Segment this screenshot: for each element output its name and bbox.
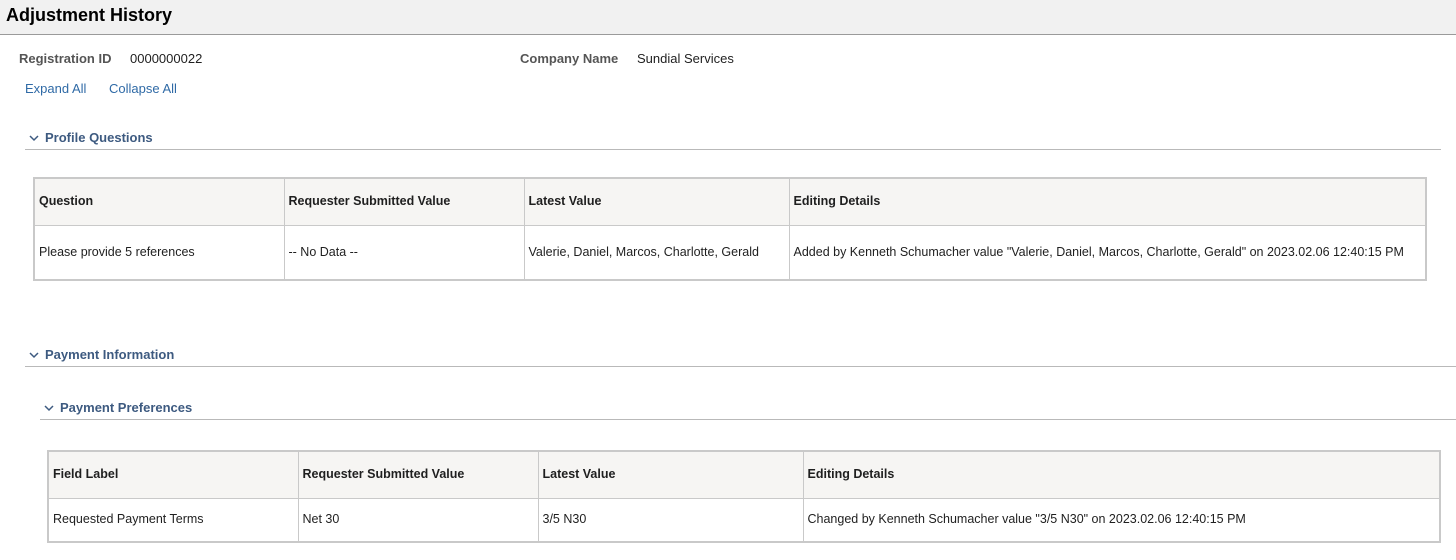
chevron-down-icon[interactable] bbox=[42, 401, 56, 415]
latest-value-cell: Valerie, Daniel, Marcos, Charlotte, Gera… bbox=[523, 224, 790, 281]
requester-value-cell: Net 30 bbox=[297, 497, 539, 543]
column-header: Field Label bbox=[47, 450, 299, 499]
column-header: Editing Details bbox=[788, 177, 1427, 226]
editing-details-cell: Added by Kenneth Schumacher value "Valer… bbox=[788, 224, 1427, 281]
profile-questions-table: Question Requester Submitted Value Lates… bbox=[33, 177, 1427, 281]
registration-id-value: 0000000022 bbox=[130, 51, 203, 66]
field-label-cell: Requested Payment Terms bbox=[47, 497, 299, 543]
payment-preferences-title: Payment Preferences bbox=[60, 400, 193, 415]
question-cell: Please provide 5 references bbox=[33, 224, 285, 281]
column-header: Editing Details bbox=[802, 450, 1441, 499]
chevron-down-icon[interactable] bbox=[27, 348, 41, 362]
collapse-all-link[interactable]: Collapse All bbox=[109, 81, 177, 96]
profile-questions-title: Profile Questions bbox=[45, 130, 153, 145]
table-row: Requested Payment Terms Net 30 3/5 N30 C… bbox=[47, 497, 1441, 543]
editing-details-cell: Changed by Kenneth Schumacher value "3/5… bbox=[802, 497, 1441, 543]
company-name-value: Sundial Services bbox=[637, 51, 734, 66]
company-name-label: Company Name bbox=[520, 51, 619, 66]
requester-value-cell: -- No Data -- bbox=[283, 224, 525, 281]
column-header: Latest Value bbox=[523, 177, 790, 226]
profile-questions-section-header[interactable]: Profile Questions bbox=[25, 130, 1441, 150]
table-header-row: Field Label Requester Submitted Value La… bbox=[47, 450, 1441, 499]
page-title: Adjustment History bbox=[6, 5, 173, 25]
table-header-row: Question Requester Submitted Value Lates… bbox=[33, 177, 1427, 226]
chevron-down-icon[interactable] bbox=[27, 131, 41, 145]
payment-preferences-section-header[interactable]: Payment Preferences bbox=[40, 400, 1456, 420]
column-header: Question bbox=[33, 177, 285, 226]
column-header: Latest Value bbox=[537, 450, 804, 499]
registration-id-label: Registration ID bbox=[19, 51, 112, 66]
payment-information-section-header[interactable]: Payment Information bbox=[25, 347, 1456, 367]
expand-all-link[interactable]: Expand All bbox=[25, 81, 86, 96]
payment-preferences-table: Field Label Requester Submitted Value La… bbox=[47, 450, 1441, 543]
latest-value-cell: 3/5 N30 bbox=[537, 497, 804, 543]
table-row: Please provide 5 references -- No Data -… bbox=[33, 224, 1427, 281]
payment-information-title: Payment Information bbox=[45, 347, 175, 362]
column-header: Requester Submitted Value bbox=[297, 450, 539, 499]
column-header: Requester Submitted Value bbox=[283, 177, 525, 226]
page-header: Adjustment History bbox=[0, 0, 1456, 35]
